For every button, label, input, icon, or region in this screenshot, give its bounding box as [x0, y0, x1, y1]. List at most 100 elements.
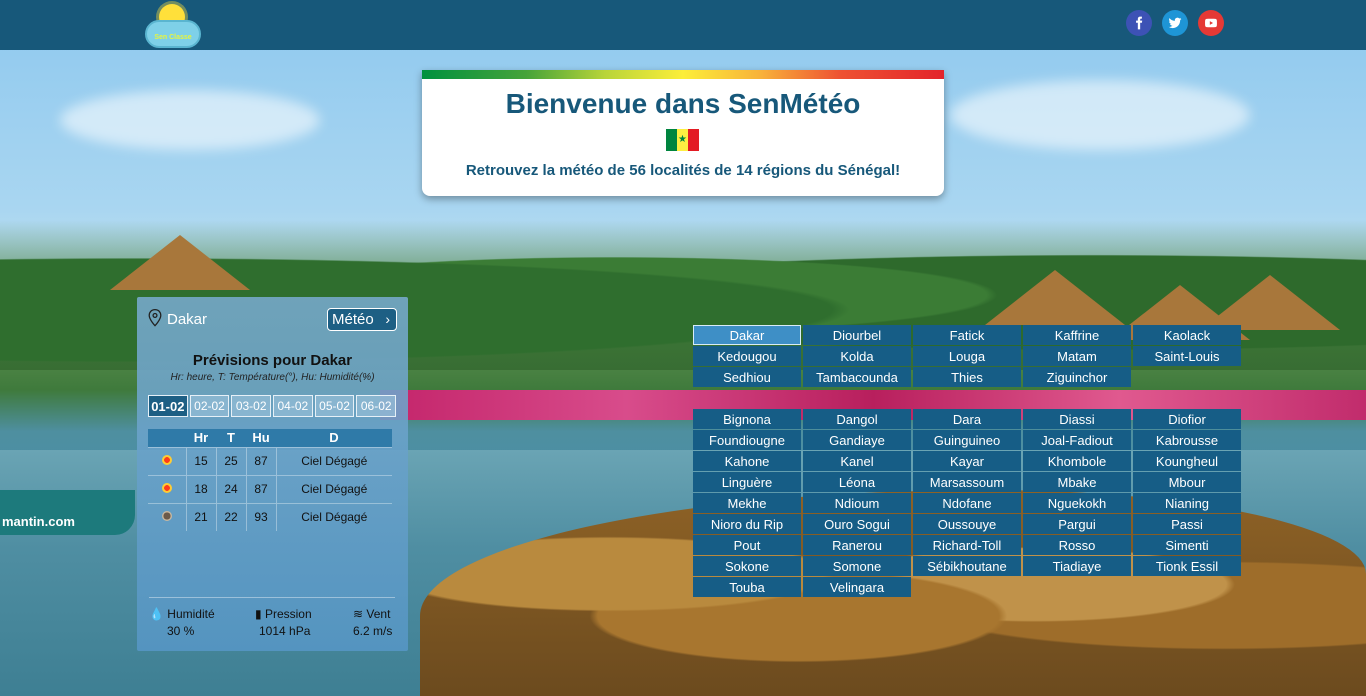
region-button[interactable]: Thies — [913, 367, 1021, 387]
locality-button[interactable]: Diassi — [1023, 409, 1131, 429]
locality-button[interactable]: Kabrousse — [1133, 430, 1241, 450]
day-tab[interactable]: 04-02 — [273, 395, 313, 417]
logo[interactable]: Sen Classe — [143, 4, 201, 48]
wind-block: ≋ Vent 6.2 m/s — [353, 607, 392, 638]
region-button[interactable]: Kolda — [803, 346, 911, 366]
region-button[interactable]: Saint-Louis — [1133, 346, 1241, 366]
weather-panel: Dakar Météo › Prévisions pour Dakar Hr: … — [137, 297, 408, 651]
locality-button[interactable]: Nioro du Rip — [693, 514, 801, 534]
chevron-right-icon: › — [385, 311, 390, 327]
locality-button[interactable]: Sokone — [693, 556, 801, 576]
locality-button[interactable]: Marsassoum — [913, 472, 1021, 492]
youtube-button[interactable] — [1198, 10, 1224, 36]
cell-hu: 87 — [245, 446, 276, 475]
locality-button[interactable]: Khombole — [1023, 451, 1131, 471]
locality-button[interactable]: Pout — [693, 535, 801, 555]
locality-button[interactable]: Gandiaye — [803, 430, 911, 450]
locality-button[interactable]: Nianing — [1133, 493, 1241, 513]
moon-icon — [161, 511, 172, 522]
region-button[interactable]: Kaolack — [1133, 325, 1241, 345]
region-button[interactable]: Tambacounda — [803, 367, 911, 387]
locality-button[interactable]: Mekhe — [693, 493, 801, 513]
region-button[interactable]: Fatick — [913, 325, 1021, 345]
locality-button[interactable]: Dara — [913, 409, 1021, 429]
locality-button[interactable]: Joal-Fadiout — [1023, 430, 1131, 450]
locality-button[interactable]: Mbake — [1023, 472, 1131, 492]
column-header: D — [276, 429, 392, 447]
region-button[interactable]: Dakar — [693, 325, 801, 345]
welcome-title: Bienvenue dans SenMétéo — [505, 88, 861, 119]
region-button[interactable]: Sedhiou — [693, 367, 801, 387]
locality-button[interactable]: Foundiougne — [693, 430, 801, 450]
humidity-value: 30 % — [167, 624, 195, 638]
locality-button[interactable]: Kahone — [693, 451, 801, 471]
senegal-flag-icon: ★ — [666, 129, 699, 151]
cell-d: Ciel Dégagé — [275, 502, 392, 531]
facebook-button[interactable] — [1126, 10, 1152, 36]
locality-button[interactable]: Léona — [803, 472, 911, 492]
youtube-icon — [1205, 18, 1217, 28]
locality-button[interactable]: Tionk Essil — [1133, 556, 1241, 576]
day-tab[interactable]: 06-02 — [356, 395, 397, 417]
locality-button[interactable]: Diofior — [1133, 409, 1241, 429]
logo-text: Sen Classe — [154, 34, 192, 41]
day-tabs: 01-02 02-02 03-02 04-02 05-02 06-02 — [148, 395, 397, 417]
locality-button[interactable]: Koungheul — [1133, 451, 1241, 471]
locality-button[interactable]: Mbour — [1133, 472, 1241, 492]
locality-button[interactable]: Ndofane — [913, 493, 1021, 513]
table-row: 18 24 87 Ciel Dégagé — [148, 474, 392, 503]
locality-button[interactable]: Velingara — [803, 577, 911, 597]
locality-button[interactable]: Ndioum — [803, 493, 911, 513]
boat-text: mantin.com — [2, 514, 75, 529]
pressure-value: 1014 hPa — [259, 624, 311, 638]
twitter-button[interactable] — [1162, 10, 1188, 36]
locality-button[interactable]: Somone — [803, 556, 911, 576]
sky-cloud — [950, 80, 1250, 150]
locality-button[interactable]: Dangol — [803, 409, 911, 429]
region-button[interactable]: Louga — [913, 346, 1021, 366]
day-tab[interactable]: 05-02 — [314, 395, 355, 417]
locality-button[interactable]: Simenti — [1133, 535, 1241, 555]
cell-t: 25 — [215, 446, 246, 475]
locality-button[interactable]: Rosso — [1023, 535, 1131, 555]
region-button[interactable]: Kaffrine — [1023, 325, 1131, 345]
cell-hr: 18 — [185, 474, 216, 503]
day-tab[interactable]: 01-02 — [148, 395, 188, 417]
locality-button[interactable]: Oussouye — [913, 514, 1021, 534]
locality-button[interactable]: Sébikhoutane — [913, 556, 1021, 576]
region-button[interactable]: Matam — [1023, 346, 1131, 366]
region-button[interactable]: Kedougou — [693, 346, 801, 366]
sun-icon — [161, 455, 172, 465]
locality-button[interactable]: Nguekokh — [1023, 493, 1131, 513]
cell-d: Ciel Dégagé — [275, 446, 392, 475]
locality-button[interactable]: Ranerou — [803, 535, 911, 555]
locality-button[interactable]: Bignona — [693, 409, 801, 429]
locality-button[interactable]: Passi — [1133, 514, 1241, 534]
locality-grid: Bignona Dangol Dara Diassi Diofior Foundiougn… — [693, 409, 1241, 597]
day-tab[interactable]: 03-02 — [231, 395, 272, 417]
welcome-card: Bienvenue dans SenMétéo ★ Retrouvez la m… — [422, 70, 944, 196]
table-row: 21 22 93 Ciel Dégagé — [148, 502, 392, 531]
cell-hr: 21 — [185, 502, 216, 531]
day-tab[interactable]: 02-02 — [189, 395, 230, 417]
locality-button[interactable]: Kanel — [803, 451, 911, 471]
locality-button[interactable]: Linguère — [693, 472, 801, 492]
region-grid: Dakar Diourbel Fatick Kaffrine Kaolack Kedoug… — [693, 325, 1241, 387]
region-button[interactable]: Ziguinchor — [1023, 367, 1131, 387]
locality-button[interactable]: Touba — [693, 577, 801, 597]
locality-button[interactable]: Tiadiaye — [1023, 556, 1131, 576]
locality-button[interactable]: Pargui — [1023, 514, 1131, 534]
divider — [149, 597, 395, 598]
region-button[interactable]: Diourbel — [803, 325, 911, 345]
wind-value: 6.2 m/s — [353, 624, 393, 638]
locality-button[interactable]: Kayar — [913, 451, 1021, 471]
welcome-subtitle: Retrouvez la météo de 56 localités de 14… — [465, 162, 901, 179]
locality-button[interactable]: Guinguineo — [913, 430, 1021, 450]
color-stripe — [422, 70, 944, 79]
locality-button[interactable]: Richard-Toll — [913, 535, 1021, 555]
locality-button[interactable]: Ouro Sogui — [803, 514, 911, 534]
city-name: Dakar — [167, 311, 208, 328]
meteo-button[interactable]: Météo › — [327, 308, 397, 331]
sky-cloud — [60, 90, 320, 150]
sun-icon — [161, 483, 172, 493]
